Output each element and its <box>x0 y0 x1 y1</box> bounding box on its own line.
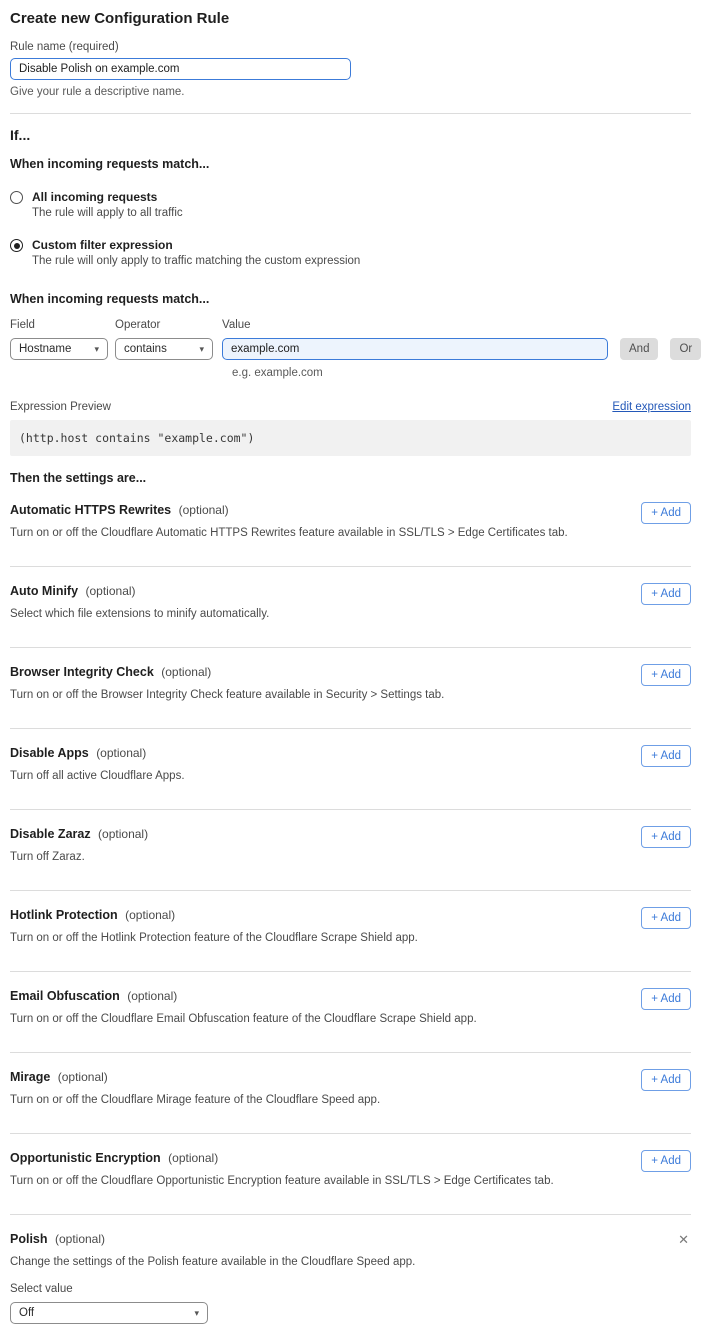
select-value-label: Select value <box>10 1282 415 1296</box>
matcher-heading: When incoming requests match... <box>10 292 691 307</box>
setting-row: Email Obfuscation (optional) Turn on or … <box>10 972 691 1053</box>
setting-title: Disable Apps <box>10 746 89 760</box>
add-setting-button[interactable]: + Add <box>641 826 691 848</box>
radio-button-icon <box>10 191 23 204</box>
setting-value-select[interactable]: Off ▾ <box>10 1302 208 1324</box>
setting-title: Email Obfuscation <box>10 989 120 1003</box>
rule-name-input[interactable] <box>10 58 351 80</box>
setting-title: Auto Minify <box>10 584 78 598</box>
create-configuration-rule-page: Create new Configuration Rule Rule name … <box>0 0 705 1324</box>
if-heading: If... <box>10 128 691 143</box>
radio-option-description: The rule will only apply to traffic matc… <box>32 254 360 268</box>
value-input[interactable] <box>222 338 608 360</box>
field-label: Field <box>10 318 108 332</box>
setting-optional-tag: (optional) <box>55 1232 105 1246</box>
radio-button-icon <box>10 239 23 252</box>
radio-option-label: Custom filter expression <box>32 238 360 253</box>
setting-title: Hotlink Protection <box>10 908 118 922</box>
setting-description: Select which file extensions to minify a… <box>10 607 269 621</box>
section-divider <box>10 113 691 114</box>
setting-optional-tag: (optional) <box>179 503 229 517</box>
setting-title: Disable Zaraz <box>10 827 91 841</box>
setting-row: Browser Integrity Check (optional) Turn … <box>10 648 691 729</box>
chevron-down-icon: ▾ <box>194 1308 199 1319</box>
setting-row: Opportunistic Encryption (optional) Turn… <box>10 1134 691 1215</box>
radio-option-description: The rule will apply to all traffic <box>32 206 183 220</box>
setting-optional-tag: (optional) <box>161 665 211 679</box>
setting-row: Disable Zaraz (optional) Turn off Zaraz.… <box>10 810 691 891</box>
setting-description: Turn on or off the Cloudflare Opportunis… <box>10 1174 554 1188</box>
add-setting-button[interactable]: + Add <box>641 1069 691 1091</box>
setting-optional-tag: (optional) <box>125 908 175 922</box>
setting-optional-tag: (optional) <box>58 1070 108 1084</box>
setting-description: Change the settings of the Polish featur… <box>10 1255 415 1269</box>
radio-option-custom-expression[interactable]: Custom filter expression The rule will o… <box>10 238 691 268</box>
close-icon[interactable]: ✕ <box>676 1230 691 1249</box>
add-setting-button[interactable]: + Add <box>641 502 691 524</box>
setting-title: Mirage <box>10 1070 50 1084</box>
setting-optional-tag: (optional) <box>96 746 146 760</box>
chevron-down-icon: ▾ <box>94 344 99 355</box>
setting-row: Polish (optional) Change the settings of… <box>10 1215 691 1324</box>
expression-builder-row: Field Hostname ▾ Operator contains ▾ Val… <box>10 318 691 360</box>
add-setting-button[interactable]: + Add <box>641 907 691 929</box>
expression-code-preview: (http.host contains "example.com") <box>10 420 691 456</box>
add-setting-button[interactable]: + Add <box>641 583 691 605</box>
setting-row: Auto Minify (optional) Select which file… <box>10 567 691 648</box>
rule-name-label: Rule name (required) <box>10 40 691 54</box>
operator-select[interactable]: contains ▾ <box>115 338 213 360</box>
setting-row: Automatic HTTPS Rewrites (optional) Turn… <box>10 486 691 567</box>
expression-preview-label: Expression Preview <box>10 401 111 413</box>
setting-value-selected: Off <box>19 1307 34 1319</box>
setting-title: Automatic HTTPS Rewrites <box>10 503 171 517</box>
setting-optional-tag: (optional) <box>168 1151 218 1165</box>
value-help-text: e.g. example.com <box>232 366 691 380</box>
setting-description: Turn on or off the Cloudflare Mirage fea… <box>10 1093 380 1107</box>
add-setting-button[interactable]: + Add <box>641 1150 691 1172</box>
add-setting-button[interactable]: + Add <box>641 664 691 686</box>
add-setting-button[interactable]: + Add <box>641 745 691 767</box>
operator-select-value: contains <box>124 343 167 355</box>
settings-list: Automatic HTTPS Rewrites (optional) Turn… <box>10 486 691 1324</box>
setting-row: Disable Apps (optional) Turn off all act… <box>10 729 691 810</box>
setting-optional-tag: (optional) <box>86 584 136 598</box>
chevron-down-icon: ▾ <box>199 344 204 355</box>
rule-name-help-text: Give your rule a descriptive name. <box>10 85 691 99</box>
setting-description: Turn on or off the Hotlink Protection fe… <box>10 931 418 945</box>
setting-title: Opportunistic Encryption <box>10 1151 161 1165</box>
radio-option-all-requests[interactable]: All incoming requests The rule will appl… <box>10 190 691 220</box>
setting-description: Turn on or off the Cloudflare Automatic … <box>10 526 568 540</box>
page-title: Create new Configuration Rule <box>10 9 691 28</box>
field-select[interactable]: Hostname ▾ <box>10 338 108 360</box>
incoming-requests-heading: When incoming requests match... <box>10 157 691 172</box>
then-settings-heading: Then the settings are... <box>10 471 691 486</box>
setting-description: Turn on or off the Cloudflare Email Obfu… <box>10 1012 477 1026</box>
setting-title: Browser Integrity Check <box>10 665 154 679</box>
setting-description: Turn off all active Cloudflare Apps. <box>10 769 185 783</box>
setting-optional-tag: (optional) <box>98 827 148 841</box>
setting-title: Polish <box>10 1232 48 1246</box>
radio-option-label: All incoming requests <box>32 190 183 205</box>
setting-value-group: Select value Off ▾ <box>10 1282 415 1324</box>
setting-row: Mirage (optional) Turn on or off the Clo… <box>10 1053 691 1134</box>
setting-row: Hotlink Protection (optional) Turn on or… <box>10 891 691 972</box>
setting-description: Turn on or off the Browser Integrity Che… <box>10 688 444 702</box>
add-setting-button[interactable]: + Add <box>641 988 691 1010</box>
and-button[interactable]: And <box>620 338 658 360</box>
setting-optional-tag: (optional) <box>127 989 177 1003</box>
field-select-value: Hostname <box>19 343 71 355</box>
operator-label: Operator <box>115 318 213 332</box>
or-button[interactable]: Or <box>670 338 701 360</box>
edit-expression-link[interactable]: Edit expression <box>612 401 691 413</box>
setting-description: Turn off Zaraz. <box>10 850 148 864</box>
value-label: Value <box>222 318 608 332</box>
expression-preview-header: Expression Preview Edit expression <box>10 401 691 413</box>
